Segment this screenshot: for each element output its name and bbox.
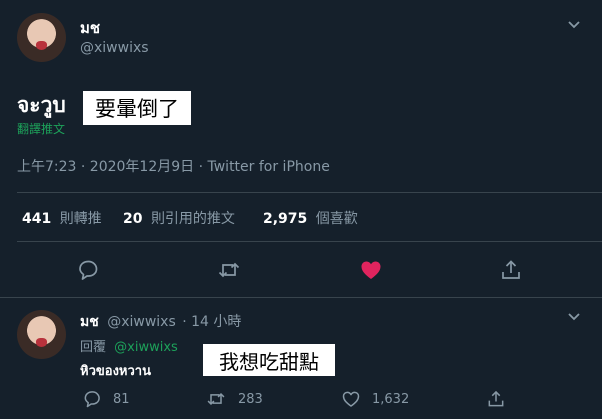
avatar[interactable] (17, 13, 66, 62)
replying-to-handle[interactable]: @xiwwixs (114, 340, 178, 355)
like-count: 2,975 (263, 211, 308, 227)
like-stat[interactable]: 2,975 個喜歡 (263, 208, 358, 228)
divider (17, 241, 602, 242)
more-options-chevron-icon[interactable] (566, 17, 582, 33)
reply-button[interactable] (76, 258, 100, 282)
share-icon (502, 260, 520, 279)
reply-like-count: 1,632 (372, 391, 410, 407)
reply-share-button[interactable] (486, 389, 506, 409)
reply-retweet-button[interactable]: 283 (206, 389, 263, 409)
reply-icon (79, 260, 98, 280)
handle[interactable]: @xiwwixs (80, 40, 149, 56)
translation-overlay-label: 要暈倒了 (83, 91, 191, 125)
tweet-text: จะวูบ (17, 93, 66, 117)
retweet-stat-label: 則轉推 (59, 211, 102, 227)
heart-filled-icon (361, 261, 381, 279)
retweet-icon (218, 262, 240, 278)
reply-more-options-chevron-icon[interactable] (566, 309, 582, 325)
replying-to-line: 回覆 @xiwwixs (80, 336, 178, 355)
quote-stat[interactable]: 20 則引用的推文 (123, 208, 235, 228)
reply-icon (84, 391, 100, 408)
share-icon (488, 390, 504, 407)
translate-tweet-link[interactable]: 翻譯推文 (17, 120, 65, 137)
quote-count: 20 (123, 211, 143, 227)
heart-icon (342, 391, 360, 407)
reply-reply-button[interactable]: 81 (82, 389, 130, 409)
reply-retweet-count: 283 (238, 391, 263, 407)
display-name[interactable]: มช (80, 16, 100, 40)
reply-header: มช @xiwwixs · 14 小時 (80, 311, 241, 333)
like-button[interactable] (359, 258, 383, 282)
reply-display-name[interactable]: มช (80, 314, 99, 330)
reply-text: หิวของหวาน (80, 364, 151, 379)
divider (17, 192, 602, 193)
reply-handle[interactable]: @xiwwixs (107, 314, 176, 330)
retweet-button[interactable] (217, 258, 241, 282)
retweet-stat[interactable]: 441 則轉推 (22, 208, 102, 228)
reply-reply-count: 81 (113, 391, 130, 407)
divider (0, 297, 602, 298)
retweet-icon (207, 392, 225, 406)
reply-time[interactable]: · 14 小時 (182, 314, 241, 330)
tweet-timestamp[interactable]: 上午7:23 · 2020年12月9日 · Twitter for iPhone (17, 156, 330, 176)
share-button[interactable] (499, 258, 523, 282)
like-stat-label: 個喜歡 (315, 211, 358, 227)
retweet-count: 441 (22, 211, 52, 227)
reply-translation-overlay-label: 我想吃甜點 (203, 344, 335, 376)
replying-to-label: 回覆 (80, 340, 107, 355)
reply-avatar[interactable] (17, 310, 66, 359)
quote-stat-label: 則引用的推文 (150, 211, 235, 227)
reply-like-button[interactable]: 1,632 (341, 389, 409, 409)
